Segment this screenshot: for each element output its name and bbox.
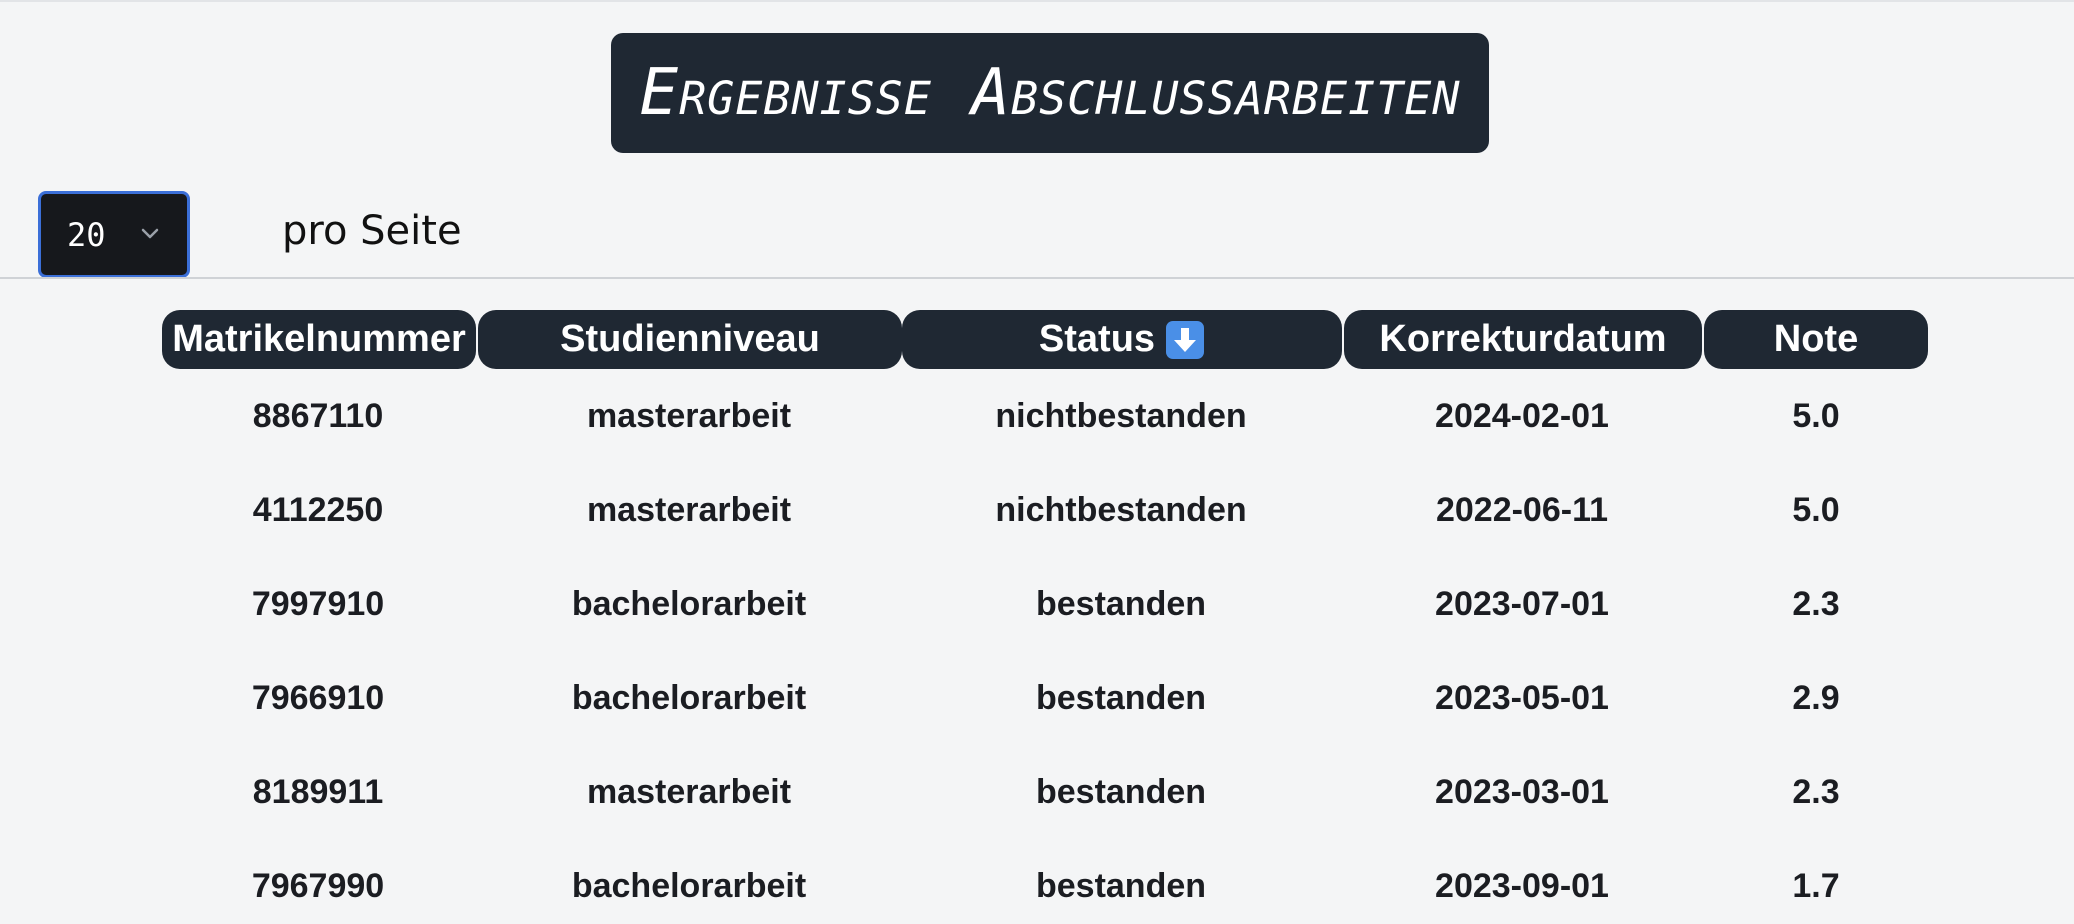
cell-studienniveau: masterarbeit (586, 397, 792, 435)
cell-note: 2.3 (1792, 585, 1840, 623)
cell-studienniveau: bachelorarbeit (571, 679, 807, 717)
cell-note: 5.0 (1792, 397, 1840, 435)
cell-korrekturdatum: 2023-03-01 (1435, 773, 1609, 811)
cell-studienniveau: masterarbeit (586, 773, 792, 811)
cell-status: bestanden (1035, 679, 1207, 717)
cell-studienniveau: masterarbeit (586, 491, 792, 529)
page-title-banner: Ergebnisse Abschlussarbeiten (611, 33, 1489, 153)
cell-matrikelnummer: 7997910 (251, 585, 385, 623)
column-header-studienniveau[interactable]: Studienniveau (478, 310, 902, 369)
cell-status: nichtbestanden (995, 397, 1247, 435)
divider (0, 277, 2074, 279)
per-page-label: pro Seite (282, 208, 462, 254)
column-header-korrekturdatum[interactable]: Korrekturdatum (1344, 310, 1702, 369)
top-border (0, 0, 2074, 2)
cell-studienniveau: bachelorarbeit (571, 867, 807, 905)
cell-note: 1.7 (1792, 867, 1840, 905)
cell-matrikelnummer: 8867110 (252, 397, 384, 435)
column-header-note[interactable]: Note (1704, 310, 1928, 369)
column-header-matrikelnummer[interactable]: Matrikelnummer (162, 310, 476, 369)
cell-korrekturdatum: 2022-06-11 (1435, 491, 1609, 529)
chevron-down-icon (141, 228, 159, 239)
cell-note: 5.0 (1792, 491, 1840, 529)
sort-descending-icon (1166, 320, 1205, 359)
cell-korrekturdatum: 2023-09-01 (1435, 867, 1609, 905)
per-page-select[interactable]: 20 (38, 191, 190, 278)
column-header-label: Studienniveau (560, 318, 820, 360)
cell-matrikelnummer: 4112250 (252, 491, 384, 529)
cell-studienniveau: bachelorarbeit (571, 585, 807, 623)
cell-korrekturdatum: 2024-02-01 (1435, 397, 1609, 435)
cell-note: 2.9 (1792, 679, 1840, 717)
cell-korrekturdatum: 2023-07-01 (1435, 585, 1609, 623)
cell-status: bestanden (1035, 867, 1207, 905)
cell-status: nichtbestanden (995, 491, 1247, 529)
column-header-label: Note (1773, 318, 1859, 360)
cell-status: bestanden (1035, 773, 1207, 811)
column-header-status[interactable]: Status (902, 310, 1342, 369)
column-header-label: Korrekturdatum (1379, 318, 1667, 360)
cell-status: bestanden (1035, 585, 1207, 623)
column-header-label: Status (1038, 318, 1156, 360)
cell-note: 2.3 (1792, 773, 1840, 811)
cell-matrikelnummer: 7966910 (251, 679, 385, 717)
column-header-label: Matrikelnummer (172, 318, 466, 360)
page-title: Ergebnisse Abschlussarbeiten (639, 56, 1461, 130)
cell-matrikelnummer: 8189911 (252, 773, 384, 811)
per-page-value: 20 (67, 215, 106, 254)
cell-korrekturdatum: 2023-05-01 (1435, 679, 1609, 717)
cell-matrikelnummer: 7967990 (251, 867, 385, 905)
